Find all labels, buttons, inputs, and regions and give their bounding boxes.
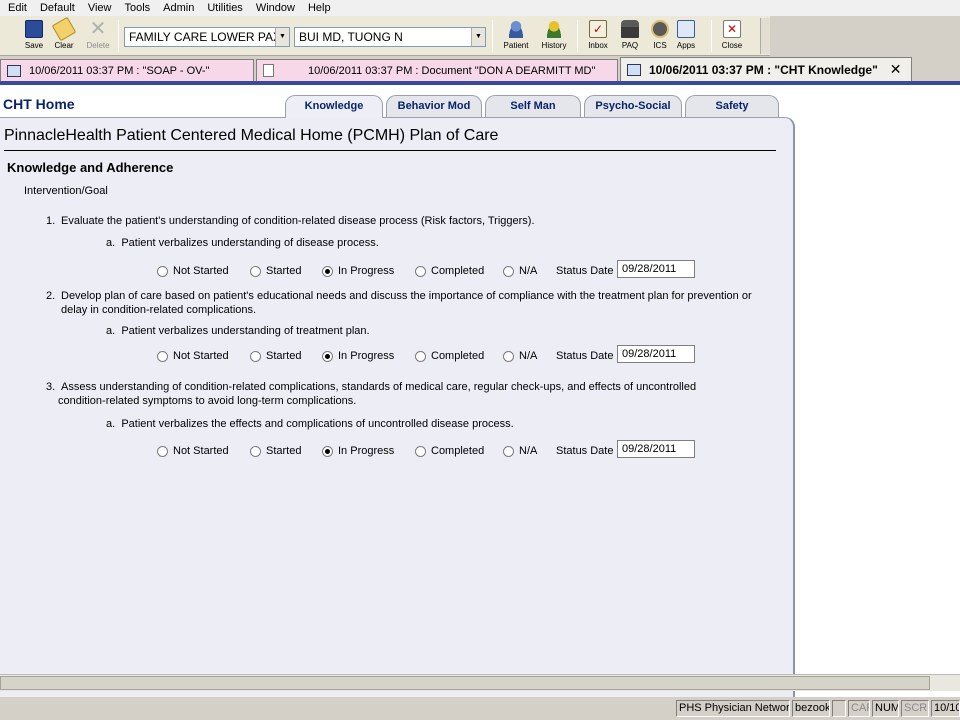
history-button[interactable]: History: [538, 18, 570, 54]
doc-tab-soap[interactable]: 10/06/2011 03:37 PM : "SOAP - OV-": [0, 59, 254, 81]
menu-view[interactable]: View: [80, 1, 117, 16]
radio-na[interactable]: N/A: [503, 442, 537, 460]
main-area: CHT Home Knowledge Behavior Mod Self Man…: [0, 85, 960, 697]
toolbar-separator: [577, 20, 578, 52]
tab-behavior-mod[interactable]: Behavior Mod: [386, 95, 482, 117]
scroll-lock-indicator: SCRL: [901, 700, 929, 717]
radio-in-progress[interactable]: In Progress: [322, 347, 394, 365]
tab-self-man[interactable]: Self Man: [485, 95, 581, 117]
patient-icon: [507, 20, 525, 38]
status-date-label: Status Date: [556, 265, 614, 277]
radio-started[interactable]: Started: [250, 262, 301, 280]
cht-home-title: CHT Home: [3, 96, 75, 112]
toolbar-separator: [711, 20, 712, 52]
caps-lock-indicator: CAP: [848, 700, 870, 717]
patient-button[interactable]: Patient: [500, 18, 532, 54]
paq-button[interactable]: PAQ: [614, 18, 646, 54]
plan-title: PinnacleHealth Patient Centered Medical …: [4, 127, 499, 144]
chevron-down-icon[interactable]: ▼: [471, 28, 485, 46]
toolbar: Save Clear ✕ Delete FAMILY CARE LOWER PA…: [0, 16, 770, 56]
blank-status: [832, 700, 846, 717]
tab-psycho-social[interactable]: Psycho-Social: [584, 95, 682, 117]
sub-goal-2a: a. Patient verbalizes understanding of t…: [106, 325, 370, 337]
sub-goal-3a: a. Patient verbalizes the effects and co…: [106, 418, 514, 430]
floppy-disk-icon: [25, 20, 43, 38]
stamp-icon: [621, 20, 639, 38]
toolbar-separator: [118, 20, 119, 52]
menu-tools[interactable]: Tools: [116, 1, 155, 16]
radio-completed[interactable]: Completed: [415, 262, 484, 280]
title-divider: [4, 150, 776, 151]
status-date-label: Status Date: [556, 445, 614, 457]
history-icon: [545, 20, 563, 38]
radio-na[interactable]: N/A: [503, 347, 537, 365]
location-combo[interactable]: FAMILY CARE LOWER PAX ▼: [124, 27, 290, 47]
date-status: 10/10: [931, 700, 960, 717]
tab-knowledge[interactable]: Knowledge: [285, 95, 383, 118]
status-date-field[interactable]: 09/28/2011: [617, 345, 695, 363]
status-radio-group-3: Not Started Started In Progress Complete…: [157, 440, 717, 460]
goal-item-2: 2. Develop plan of care based on patient…: [46, 290, 752, 316]
scrollbar-thumb[interactable]: [0, 676, 930, 690]
status-radio-group-1: Not Started Started In Progress Complete…: [157, 260, 717, 280]
document-icon: [7, 64, 21, 77]
menu-admin[interactable]: Admin: [155, 1, 199, 16]
delete-button[interactable]: ✕ Delete: [82, 18, 114, 54]
status-bar: PHS Physician Network bezook CAP NUM SCR…: [0, 697, 960, 720]
provider-combo[interactable]: BUI MD, TUONG N ▼: [294, 27, 486, 47]
radio-not-started[interactable]: Not Started: [157, 442, 229, 460]
goal-item-1: 1. Evaluate the patient's understanding …: [46, 215, 535, 227]
user-status: bezook: [792, 700, 830, 717]
document-icon: [627, 63, 641, 76]
status-date-field[interactable]: 09/28/2011: [617, 260, 695, 278]
section-title: Knowledge and Adherence: [7, 160, 174, 175]
eraser-icon: [51, 16, 77, 42]
goal-item-3: 3. Assess understanding of condition-rel…: [46, 381, 697, 407]
radio-in-progress[interactable]: In Progress: [322, 262, 394, 280]
status-radio-group-2: Not Started Started In Progress Complete…: [157, 345, 717, 365]
radio-completed[interactable]: Completed: [415, 442, 484, 460]
network-status: PHS Physician Network: [676, 700, 790, 717]
radio-in-progress[interactable]: In Progress: [322, 442, 394, 460]
tab-safety[interactable]: Safety: [685, 95, 779, 117]
chevron-down-icon[interactable]: ▼: [275, 28, 289, 46]
radio-not-started[interactable]: Not Started: [157, 262, 229, 280]
radio-na[interactable]: N/A: [503, 262, 537, 280]
status-date-field[interactable]: 09/28/2011: [617, 440, 695, 458]
horizontal-scrollbar[interactable]: [0, 674, 960, 691]
menu-default[interactable]: Default: [32, 1, 80, 16]
num-lock-indicator: NUM: [872, 700, 899, 717]
doc-tab-document[interactable]: 10/06/2011 03:37 PM : Document "DON A DE…: [256, 59, 618, 81]
apps-button[interactable]: Apps: [670, 18, 702, 54]
status-date-label: Status Date: [556, 350, 614, 362]
ics-icon: [651, 20, 669, 38]
apps-icon: [677, 20, 695, 38]
menu-window[interactable]: Window: [248, 1, 300, 16]
menu-utilities[interactable]: Utilities: [199, 1, 247, 16]
save-button[interactable]: Save: [18, 18, 50, 54]
close-tab-icon[interactable]: ✕: [890, 61, 902, 78]
close-button[interactable]: ✕ Close: [716, 18, 748, 54]
delete-x-icon: ✕: [89, 18, 107, 40]
menu-bar: Edit Default View Tools Admin Utilities …: [0, 0, 960, 16]
inbox-clipboard-icon: ✓: [589, 20, 607, 38]
menu-help[interactable]: Help: [300, 1, 336, 16]
document-tabs: 10/06/2011 03:37 PM : "SOAP - OV-" 10/06…: [0, 57, 960, 81]
inbox-button[interactable]: ✓ Inbox: [582, 18, 614, 54]
menu-edit[interactable]: Edit: [0, 1, 32, 16]
sub-goal-1a: a. Patient verbalizes understanding of d…: [106, 237, 379, 249]
radio-completed[interactable]: Completed: [415, 347, 484, 365]
page-icon: [263, 64, 274, 77]
knowledge-panel: PinnacleHealth Patient Centered Medical …: [0, 117, 795, 697]
radio-started[interactable]: Started: [250, 347, 301, 365]
toolbar-separator: [492, 20, 493, 52]
clear-button[interactable]: Clear: [48, 16, 80, 54]
toolbar-grip[interactable]: [760, 18, 770, 54]
doc-tab-cht-knowledge[interactable]: 10/06/2011 03:37 PM : "CHT Knowledge" ✕: [620, 57, 912, 81]
radio-not-started[interactable]: Not Started: [157, 347, 229, 365]
intervention-label: Intervention/Goal: [24, 185, 108, 197]
radio-started[interactable]: Started: [250, 442, 301, 460]
close-document-icon: ✕: [723, 20, 741, 38]
